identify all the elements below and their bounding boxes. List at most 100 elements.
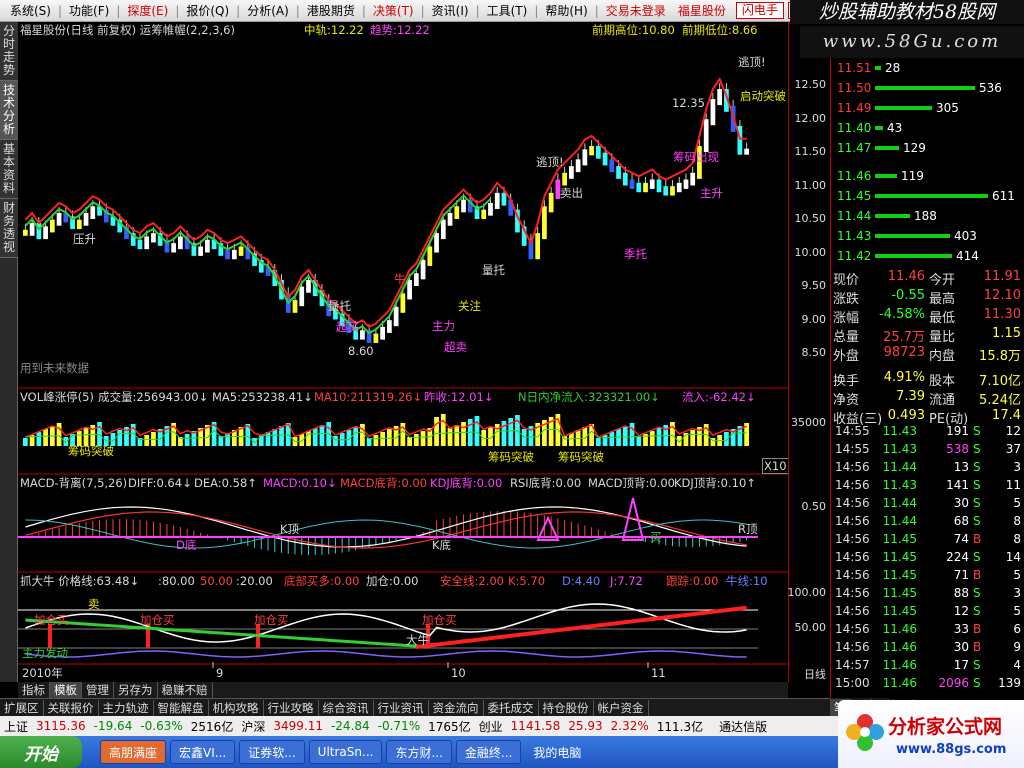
tab-manage[interactable]: 管理: [82, 682, 114, 698]
tick-row[interactable]: 14:57 11.46 17 S 4: [831, 656, 1024, 674]
tick-cell: 88: [953, 586, 969, 600]
tick-row[interactable]: 14:55 11.43 191 S 12: [831, 422, 1024, 440]
taskbar-item[interactable]: UltraSn...: [308, 740, 383, 764]
tick-cell: 14:56: [835, 496, 870, 510]
candle-body: [670, 186, 675, 196]
tick-row[interactable]: 14:56 11.46 33 B 6: [831, 620, 1024, 638]
menu-info[interactable]: 资讯(I): [426, 2, 475, 19]
start-button[interactable]: 开始: [0, 736, 82, 768]
taskbar-item[interactable]: 金融终...: [455, 740, 522, 764]
chart-area[interactable]: 福星股份(日线 前复权) 运筹帷幄(2,2,3,6) 中轨:12.22 趋势:1…: [18, 22, 789, 682]
bid-row[interactable]: 11.43 403: [831, 226, 1024, 246]
tray-my-computer[interactable]: 我的电脑: [525, 740, 589, 764]
menu-function[interactable]: 功能(F): [63, 2, 115, 19]
ask-row[interactable]: 11.51 28: [831, 58, 1024, 78]
ask-row[interactable]: 11.40 43: [831, 118, 1024, 138]
candle-body: [461, 199, 466, 213]
tick-row[interactable]: 14:56 11.46 30 B 9: [831, 638, 1024, 656]
bid-row[interactable]: 11.45 611: [831, 186, 1024, 206]
tick-row[interactable]: 14:56 11.44 30 S 5: [831, 494, 1024, 512]
tick-cell: 74: [953, 532, 969, 546]
candle-body: [29, 223, 35, 236]
watermark-title: 分析家公式网: [888, 716, 1003, 738]
ask-row[interactable]: 11.50 536: [831, 78, 1024, 98]
menu-quote[interactable]: 报价(Q): [180, 2, 235, 19]
quote-label: 现价: [833, 273, 860, 288]
ask-row[interactable]: 11.49 305: [831, 98, 1024, 118]
tab-financials[interactable]: 财务透视: [0, 199, 18, 258]
sh-index-name[interactable]: 上证: [0, 718, 32, 735]
tick-row[interactable]: 14:56 11.45 74 B 8: [831, 530, 1024, 548]
tick-cell: 11.43: [882, 442, 917, 456]
menu-system[interactable]: 系统(S): [4, 2, 57, 19]
tick-cell: 11.45: [882, 586, 917, 600]
tick-cell: 3: [1013, 586, 1021, 600]
tab-indicator[interactable]: 指标: [18, 682, 50, 698]
menu-analysis[interactable]: 分析(A): [241, 2, 295, 19]
tick-row[interactable]: 14:56 11.45 88 S 3: [831, 584, 1024, 602]
tick-row[interactable]: 15:00 11.46 2096 S 139: [831, 674, 1024, 692]
volume-bar: [353, 427, 359, 446]
tab-template[interactable]: 模板: [50, 682, 82, 698]
tick-cell: B: [973, 622, 982, 636]
bid-row[interactable]: 11.44 188: [831, 206, 1024, 226]
bid-row[interactable]: 11.42 414: [831, 246, 1024, 266]
tab-technical[interactable]: 技术分析: [0, 81, 18, 140]
tab-fundamentals[interactable]: 基本资料: [0, 140, 18, 199]
info-tab[interactable]: 行业资讯: [374, 699, 429, 716]
tick-row[interactable]: 14:56 11.43 141 S 11: [831, 476, 1024, 494]
watermark-logo: 分析家公式网 www.88gs.com: [838, 700, 1024, 768]
ask-row[interactable]: 11.47 129: [831, 138, 1024, 158]
flash-trade-button[interactable]: 闪电手: [735, 2, 784, 19]
candle-body: [535, 233, 541, 260]
menu-hk-futures[interactable]: 港股期货: [301, 2, 361, 19]
menu-help[interactable]: 帮助(H): [539, 2, 593, 19]
menu-tools[interactable]: 工具(T): [481, 2, 534, 19]
candle-body: [407, 280, 412, 300]
info-tab[interactable]: 关联报价: [44, 699, 99, 716]
grab-80: :80.00: [158, 574, 195, 588]
tab-intraday[interactable]: 分时走势: [0, 22, 18, 81]
info-tab[interactable]: 帐户资金: [594, 699, 649, 716]
tick-row[interactable]: 14:55 11.43 538 S 37: [831, 440, 1024, 458]
tick-row[interactable]: 14:56 11.45 71 B 5: [831, 566, 1024, 584]
grab-tick-100: 100.00: [787, 586, 827, 599]
volume-bar: [144, 435, 150, 446]
taskbar-item[interactable]: 高朋满座: [100, 740, 167, 764]
left-vertical-tabs: 分时走势 技术分析 基本资料 财务透视: [0, 22, 18, 682]
info-tab[interactable]: 行业攻略: [264, 699, 319, 716]
tick-cell: 141: [946, 478, 969, 492]
sz-index-name[interactable]: 沪深: [237, 718, 269, 735]
info-tab[interactable]: 扩展区: [0, 699, 44, 716]
info-tab[interactable]: 综合资讯: [319, 699, 374, 716]
tab-steady-profit[interactable]: 稳赚不赔: [158, 682, 213, 698]
menu-explore[interactable]: 探度(E): [121, 2, 174, 19]
bid-row[interactable]: 11.46 119: [831, 166, 1024, 186]
taskbar-item[interactable]: 证券软...: [239, 740, 305, 764]
tick-cell: 191: [946, 424, 969, 438]
tick-row[interactable]: 14:56 11.44 68 S 8: [831, 512, 1024, 530]
info-tab[interactable]: 资金流向: [429, 699, 484, 716]
tick-row[interactable]: 14:56 11.44 13 S 3: [831, 458, 1024, 476]
current-stock[interactable]: 福星股份: [672, 2, 732, 19]
info-tab[interactable]: 持仓股份: [539, 699, 594, 716]
cy-index-name[interactable]: 创业: [475, 718, 507, 735]
info-tab[interactable]: 主力轨迹: [99, 699, 154, 716]
tick-cell: 538: [946, 442, 969, 456]
volume-bar: [333, 436, 338, 446]
info-tab[interactable]: 委托成交: [484, 699, 539, 716]
tick-cell: 14:56: [835, 640, 870, 654]
menu-decision[interactable]: 决策(T): [367, 2, 420, 19]
info-tab[interactable]: 机构攻略: [209, 699, 264, 716]
info-tab[interactable]: 智能解盘: [154, 699, 209, 716]
volume-bar: [306, 431, 311, 446]
x-axis-nov: 11: [651, 666, 666, 680]
volume-bar: [595, 438, 601, 446]
taskbar-item[interactable]: 宏鑫VI...: [170, 740, 236, 764]
tab-save-as[interactable]: 另存为: [114, 682, 158, 698]
tick-row[interactable]: 14:56 11.45 12 S 5: [831, 602, 1024, 620]
tick-row[interactable]: 14:56 11.45 224 S 14: [831, 548, 1024, 566]
taskbar-item[interactable]: 东方财...: [386, 740, 452, 764]
login-status[interactable]: 交易未登录: [600, 2, 672, 19]
order-volume: 188: [914, 209, 937, 223]
